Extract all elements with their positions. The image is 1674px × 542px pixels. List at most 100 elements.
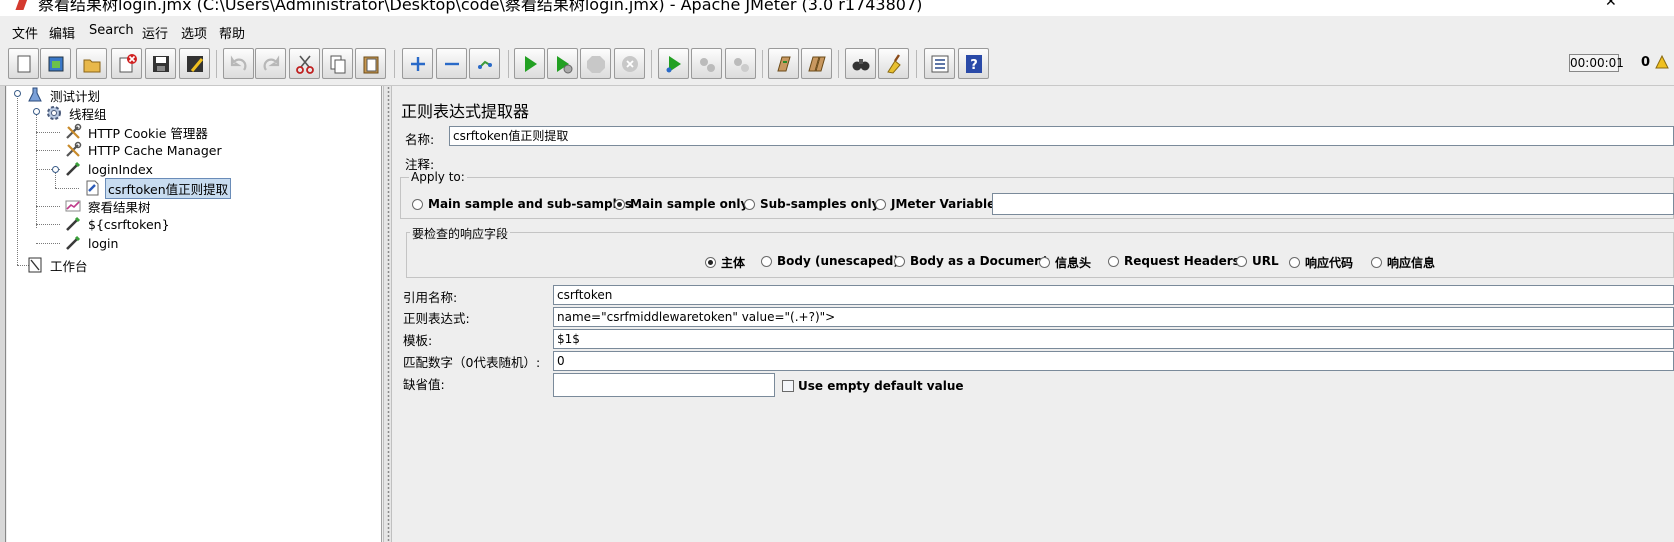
tree-node-label: 察看结果树 [88, 199, 151, 215]
tree-node-regex-extractor[interactable]: csrftoken值正则提取 [82, 177, 232, 199]
radio-label: JMeter Variable [891, 197, 996, 211]
panel-title: 正则表达式提取器 [401, 102, 530, 121]
menu-bar: 文件 编辑 Search 运行 选项 帮助 [0, 20, 1674, 44]
config-icon [63, 141, 83, 159]
apply-jmeter-variable-radio[interactable]: JMeter Variable [875, 197, 995, 211]
menu-run[interactable]: 运行 [142, 23, 168, 42]
tree-node-label: HTTP Cache Manager [88, 142, 222, 158]
remote-stop-icon[interactable] [691, 48, 722, 79]
sampler-icon [63, 160, 83, 178]
tree-node-test-plan[interactable]: 测试计划 [25, 86, 102, 104]
menu-options[interactable]: 选项 [181, 23, 207, 42]
tree-node-thread-group[interactable]: 线程组 [44, 104, 109, 122]
search-icon[interactable] [845, 48, 876, 79]
remote-start-icon[interactable] [658, 48, 689, 79]
jmeter-variable-field[interactable] [992, 193, 1674, 215]
match-no-field[interactable]: 0 [553, 351, 1674, 371]
radio-label: 响应信息 [1387, 256, 1436, 270]
field-request-headers-radio[interactable]: Request Headers [1108, 254, 1240, 268]
default-value-field[interactable] [553, 373, 775, 397]
match-no-label: 匹配数字（0代表随机）: [403, 355, 541, 370]
apply-main-and-sub-radio[interactable]: Main sample and sub-samples [412, 197, 632, 211]
function-helper-icon[interactable] [924, 48, 955, 79]
radio-label: Main sample only [630, 197, 749, 211]
paste-icon[interactable] [355, 48, 386, 79]
new-icon[interactable] [8, 48, 39, 79]
radio-label: Body as a Document [910, 254, 1049, 268]
default-value-label: 缺省值: [403, 377, 445, 392]
regex-extractor-panel: 正则表达式提取器 名称: csrftoken值正则提取 注释: Apply to… [393, 86, 1674, 542]
field-response-code-radio[interactable]: 响应代码 [1289, 254, 1353, 271]
field-response-message-radio[interactable]: 响应信息 [1371, 254, 1435, 271]
tree-node-csrftoken-sampler[interactable]: ${csrftoken} [63, 215, 172, 233]
use-empty-default-checkbox[interactable]: Use empty default value [782, 379, 964, 393]
ref-name-field[interactable]: csrftoken [553, 285, 1674, 305]
menu-file[interactable]: 文件 [12, 23, 38, 42]
tree-node-label: login [88, 235, 119, 251]
stop-icon[interactable] [580, 48, 611, 79]
regex-field[interactable]: name="csrfmiddlewaretoken" value="(.+?)"… [553, 307, 1674, 327]
checkbox-label: Use empty default value [798, 379, 964, 393]
listener-icon [63, 197, 83, 215]
open-icon[interactable] [76, 48, 107, 79]
template-field[interactable]: $1$ [553, 329, 1674, 349]
tree-node-label: 测试计划 [50, 88, 101, 104]
menu-edit[interactable]: 编辑 [49, 23, 75, 42]
name-label: 名称: [405, 132, 435, 147]
tree-node-workbench[interactable]: 工作台 [25, 256, 90, 274]
expand-icon[interactable] [402, 48, 433, 79]
config-icon [63, 123, 83, 141]
left-edge-strip [0, 86, 6, 542]
close-icon[interactable] [111, 48, 142, 79]
tree-node-results-tree[interactable]: 察看结果树 [63, 197, 153, 215]
elapsed-timer: 00:00:01 [1569, 54, 1624, 72]
apply-main-only-radio[interactable]: Main sample only [614, 197, 748, 211]
pane-splitter[interactable] [383, 86, 392, 542]
field-body-document-radio[interactable]: Body as a Document [894, 254, 1048, 268]
menu-search[interactable]: Search [89, 23, 134, 38]
radio-label: Request Headers [1124, 254, 1240, 268]
post-processor-icon [82, 179, 102, 197]
start-icon[interactable] [514, 48, 545, 79]
tree-node-label: ${csrftoken} [88, 216, 170, 232]
templates-icon[interactable] [40, 48, 71, 79]
remote-shutdown-icon[interactable] [725, 48, 756, 79]
collapse-icon[interactable] [436, 48, 467, 79]
field-headers-radio[interactable]: 信息头 [1039, 254, 1091, 271]
clear-icon[interactable] [768, 48, 799, 79]
redo-icon[interactable] [255, 48, 286, 79]
tree-node-cache-manager[interactable]: HTTP Cache Manager [63, 141, 224, 159]
window-close-icon[interactable]: ✕ [1605, 0, 1617, 10]
thread-group-icon [44, 104, 64, 122]
toggle-icon[interactable] [469, 48, 500, 79]
shutdown-icon[interactable] [614, 48, 645, 79]
apply-sub-only-radio[interactable]: Sub-samples only [744, 197, 879, 211]
field-body-unescaped-radio[interactable]: Body (unescaped) [761, 254, 899, 268]
tree-node-label: HTTP Cookie 管理器 [88, 125, 208, 141]
window-title: 察看结果树login.jmx (C:\Users\Administrator\D… [38, 0, 923, 14]
response-field-title: 要检查的响应字段 [410, 225, 511, 242]
field-url-radio[interactable]: URL [1236, 254, 1279, 268]
radio-label: URL [1252, 254, 1279, 268]
radio-label: Body (unescaped) [777, 254, 899, 268]
reset-search-icon[interactable] [878, 48, 909, 79]
tree-node-label: 工作台 [50, 258, 88, 274]
tree-node-loginindex[interactable]: loginIndex [63, 160, 155, 178]
svg-text:?: ? [970, 58, 978, 73]
cut-icon[interactable] [289, 48, 320, 79]
clear-all-icon[interactable] [801, 48, 832, 79]
save-as-icon[interactable] [179, 48, 210, 79]
tree-node-cookie-manager[interactable]: HTTP Cookie 管理器 [63, 123, 210, 141]
warning-icon[interactable] [1655, 54, 1669, 72]
undo-icon[interactable] [223, 48, 254, 79]
help-icon[interactable]: ? [958, 48, 989, 79]
template-label: 模板: [403, 333, 433, 348]
start-no-pause-icon[interactable] [547, 48, 578, 79]
menu-help[interactable]: 帮助 [219, 23, 245, 42]
name-field[interactable]: csrftoken值正则提取 [449, 126, 1674, 146]
field-body-radio[interactable]: 主体 [705, 254, 745, 271]
copy-icon[interactable] [322, 48, 353, 79]
save-icon[interactable] [145, 48, 176, 79]
sampler-icon [63, 215, 83, 233]
tree-node-login[interactable]: login [63, 234, 120, 252]
